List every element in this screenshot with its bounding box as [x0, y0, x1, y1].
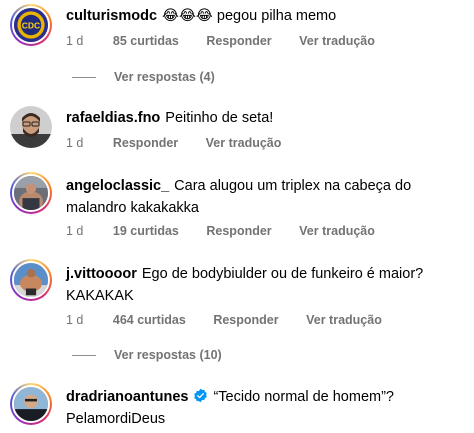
likes-count[interactable]: 19 curtidas — [113, 224, 179, 238]
reply-button[interactable]: Responder — [206, 224, 271, 238]
comment-username[interactable]: j.vittoooor — [66, 266, 137, 282]
comment-username[interactable]: culturismodc — [66, 8, 157, 24]
avatar[interactable]: CDC — [10, 4, 52, 46]
avatar-image — [14, 176, 48, 210]
comment-text: Peitinho de seta! — [165, 110, 274, 126]
comment-username[interactable]: angeloclassic_ — [66, 178, 169, 194]
comment-meta: 1 d 19 curtidas Responder Ver tradução — [66, 224, 399, 238]
view-replies-button[interactable]: Ver respostas (4) — [72, 70, 215, 84]
comment-time[interactable]: 1 d — [66, 313, 83, 327]
replies-divider — [72, 76, 96, 78]
translate-button[interactable]: Ver tradução — [206, 136, 282, 150]
comment-body: culturismodc 😂😂😂 pegou pilha memo — [66, 5, 462, 27]
avatar[interactable] — [10, 172, 52, 214]
comment-time[interactable]: 1 d — [66, 224, 83, 238]
replies-divider — [72, 354, 96, 356]
view-replies-label[interactable]: Ver respostas (10) — [114, 348, 222, 362]
comment-username[interactable]: rafaeldias.fno — [66, 110, 160, 126]
reply-button[interactable]: Responder — [113, 136, 178, 150]
view-replies-button[interactable]: Ver respostas (10) — [72, 348, 222, 362]
translate-button[interactable]: Ver tradução — [299, 224, 375, 238]
likes-count[interactable]: 464 curtidas — [113, 313, 186, 327]
reply-button[interactable]: Responder — [213, 313, 278, 327]
comment-meta: 1 d Responder Ver tradução — [66, 136, 305, 150]
avatar-image — [14, 263, 48, 297]
avatar[interactable] — [10, 106, 52, 148]
comment-meta: 1 d 464 curtidas Responder Ver tradução — [66, 313, 406, 327]
comment-username[interactable]: dradrianoantunes — [66, 389, 188, 405]
comment-time[interactable]: 1 d — [66, 34, 83, 48]
comment-body: rafaeldias.fno Peitinho de seta! — [66, 107, 462, 129]
comment-time[interactable]: 1 d — [66, 136, 83, 150]
avatar-badge-text: CDC — [22, 20, 40, 30]
verified-badge-icon — [193, 388, 208, 403]
reply-button[interactable]: Responder — [206, 34, 271, 48]
translate-button[interactable]: Ver tradução — [306, 313, 382, 327]
comment-body: angeloclassic_ Cara alugou um triplex na … — [66, 175, 462, 219]
view-replies-label[interactable]: Ver respostas (4) — [114, 70, 215, 84]
comment-body: dradrianoantunes “Tecido normal de homem”… — [66, 386, 462, 430]
avatar[interactable] — [10, 259, 52, 301]
avatar-image — [14, 387, 48, 421]
avatar-image — [10, 106, 52, 148]
translate-button[interactable]: Ver tradução — [299, 34, 375, 48]
comment-body: j.vittoooor Ego de bodybiulder ou de funk… — [66, 263, 462, 307]
avatar-image: CDC — [14, 8, 48, 42]
likes-count[interactable]: 85 curtidas — [113, 34, 179, 48]
comment-meta: 1 d 85 curtidas Responder Ver tradução — [66, 34, 399, 48]
avatar[interactable] — [10, 383, 52, 425]
comment-text: 😂😂😂 pegou pilha memo — [162, 8, 337, 24]
